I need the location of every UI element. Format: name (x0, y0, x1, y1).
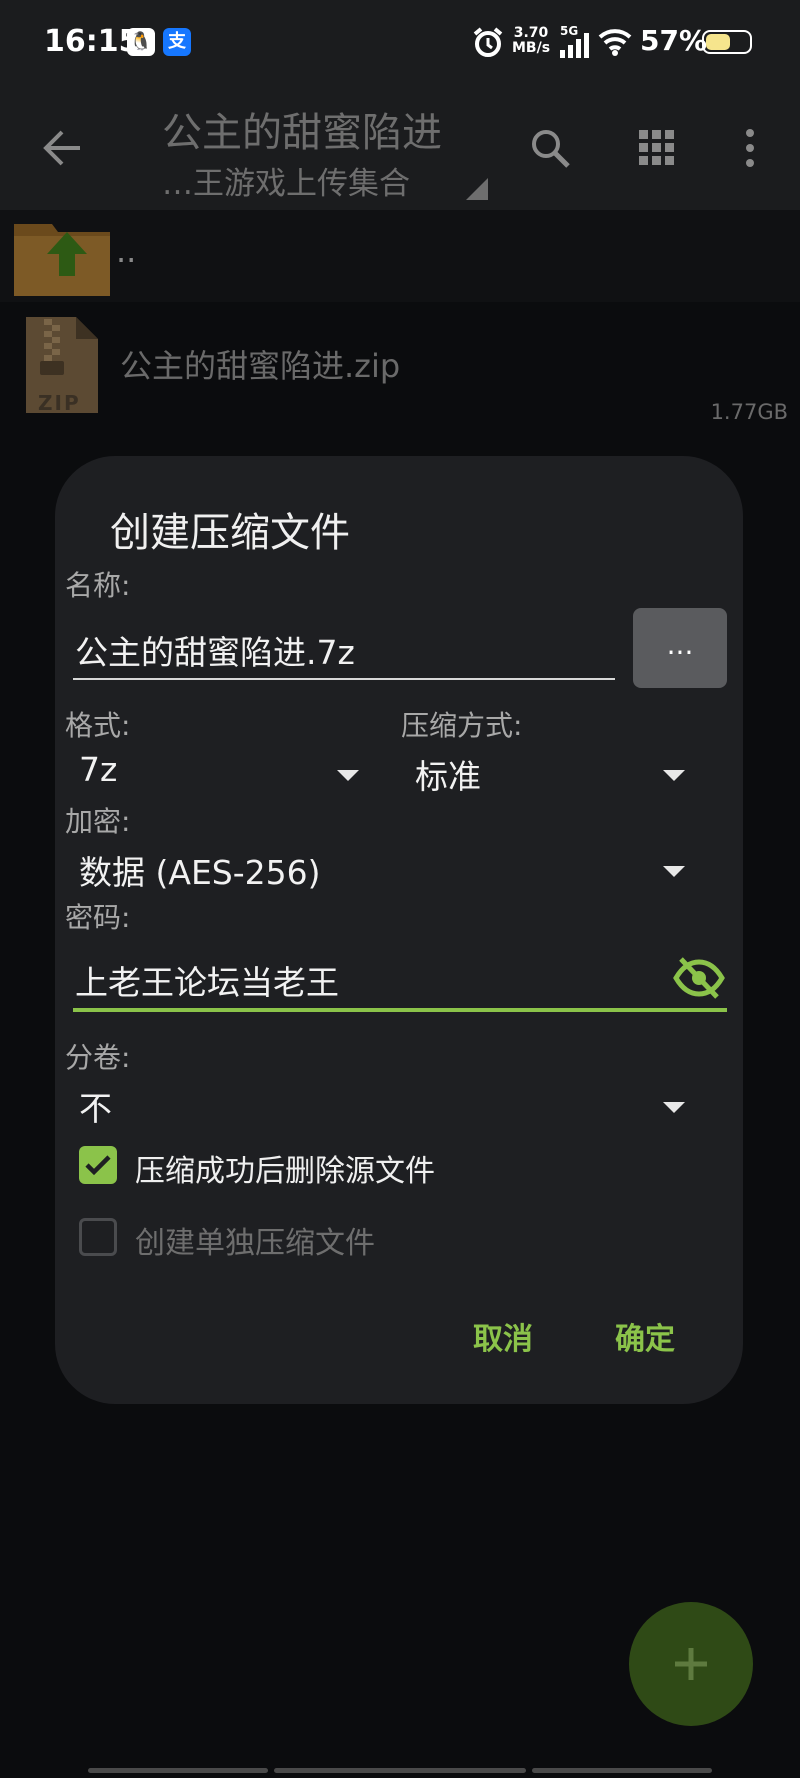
format-value: 7z (79, 750, 118, 789)
separate-archive-checkbox[interactable] (79, 1218, 117, 1256)
encrypt-label: 加密: (65, 805, 131, 838)
encryption-select[interactable]: 数据 (AES-256) (65, 842, 721, 898)
archive-name-input[interactable]: 公主的甜蜜陷进.7z (75, 626, 355, 674)
create-archive-dialog: 创建压缩文件 名称: 公主的甜蜜陷进.7z ... 格式: 7z 压缩方式: 标… (55, 456, 743, 1404)
nav-indicator-right (532, 1768, 712, 1773)
qq-app-icon: 🐧 (127, 28, 155, 56)
cancel-button[interactable]: 取消 (473, 1314, 533, 1358)
method-value: 标准 (415, 757, 481, 796)
chevron-down-icon (663, 770, 685, 781)
chevron-down-icon (663, 866, 685, 877)
folder-up-icon (14, 224, 110, 296)
more-vertical-icon (746, 129, 754, 167)
list-item-parent-folder[interactable]: .. (0, 210, 800, 302)
password-underline-focused (73, 1008, 727, 1012)
zip-file-name: 公主的甜蜜陷进.zip (120, 347, 401, 385)
alarm-icon (472, 26, 504, 62)
parent-folder-label: .. (116, 232, 137, 270)
name-label: 名称: (65, 569, 131, 602)
check-icon (85, 1155, 111, 1176)
volume-value: 不 (79, 1089, 112, 1128)
arrow-left-icon (43, 130, 80, 166)
name-underline (73, 678, 615, 680)
format-select[interactable]: 7z (65, 746, 375, 802)
volume-label: 分卷: (65, 1041, 131, 1074)
more-menu-button[interactable] (710, 86, 790, 210)
eye-off-icon (673, 957, 725, 999)
status-bar: 16:15 🐧 支 3.70 MB/s 5G 57% (0, 0, 800, 86)
method-label: 压缩方式: (401, 709, 523, 742)
split-volume-select[interactable]: 不 (65, 1078, 721, 1134)
dialog-title: 创建压缩文件 (110, 510, 350, 556)
app-toolbar: 公主的甜蜜陷进 …王游戏上传集合 (0, 86, 800, 210)
separate-archive-label: 创建单独压缩文件 (135, 1226, 375, 1261)
compression-method-select[interactable]: 标准 (401, 746, 721, 802)
separate-archive-checkbox-row[interactable]: 创建单独压缩文件 (79, 1210, 599, 1264)
search-icon (532, 130, 570, 168)
search-button[interactable] (510, 86, 590, 210)
path-subtitle[interactable]: …王游戏上传集合 (162, 158, 410, 203)
path-dropdown-icon[interactable] (466, 178, 488, 200)
encrypt-value: 数据 (AES-256) (79, 853, 321, 892)
plus-icon (675, 1648, 707, 1680)
battery-icon (702, 30, 752, 54)
back-button[interactable] (22, 86, 102, 210)
delete-source-checkbox-row[interactable]: 压缩成功后删除源文件 (79, 1138, 599, 1192)
battery-fill (706, 34, 730, 50)
password-visibility-toggle[interactable] (673, 956, 725, 1000)
nav-indicator-left (88, 1768, 268, 1773)
format-label: 格式: (65, 709, 131, 742)
chevron-down-icon (337, 770, 359, 781)
wifi-icon (598, 28, 632, 60)
grid-icon (639, 130, 674, 165)
alipay-app-icon: 支 (163, 28, 191, 56)
delete-source-checkbox[interactable] (79, 1146, 117, 1184)
status-time: 16:15 (44, 24, 140, 59)
delete-source-label: 压缩成功后删除源文件 (135, 1154, 435, 1189)
add-fab-button[interactable] (629, 1602, 753, 1726)
net-speed: 3.70 MB/s (512, 25, 551, 56)
browse-path-button[interactable]: ... (633, 608, 727, 688)
chevron-down-icon (663, 1102, 685, 1113)
battery-percent: 57% (640, 24, 708, 57)
zip-badge: ZIP (38, 391, 81, 415)
password-label: 密码: (65, 901, 131, 934)
page-title: 公主的甜蜜陷进 (162, 110, 442, 156)
ok-button[interactable]: 确定 (615, 1314, 675, 1358)
view-mode-button[interactable] (617, 86, 697, 210)
list-item-zip-file[interactable]: ZIP 公主的甜蜜陷进.zip (0, 315, 800, 435)
password-input[interactable]: 上老王论坛当老王 (75, 956, 339, 1004)
zip-file-size: 1.77GB (710, 400, 788, 424)
nav-indicator-center (274, 1768, 526, 1773)
